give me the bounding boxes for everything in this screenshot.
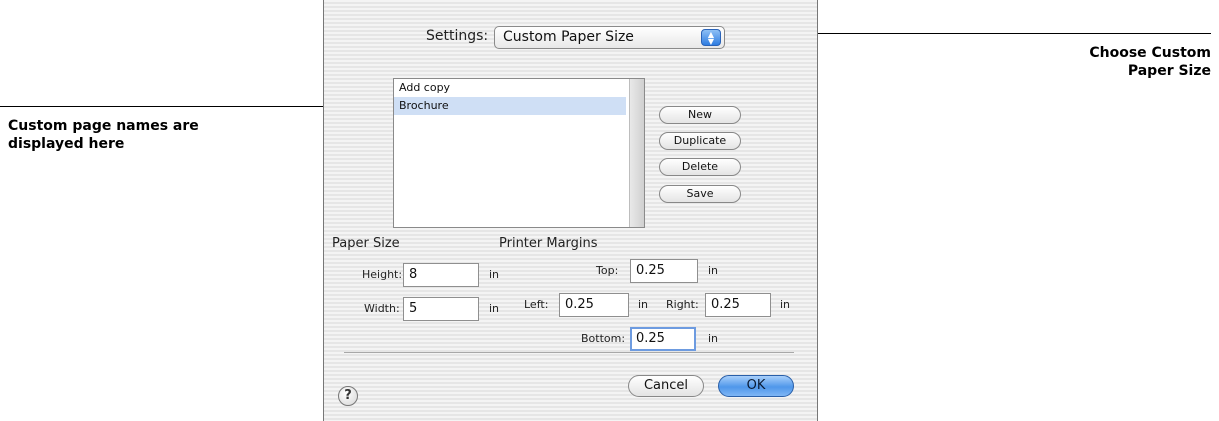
dialog-separator xyxy=(344,352,794,353)
help-icon[interactable]: ? xyxy=(338,386,358,406)
height-unit: in xyxy=(489,268,500,281)
bottom-margin-field[interactable]: 0.25 xyxy=(630,327,696,351)
top-margin-field[interactable]: 0.25 xyxy=(630,259,698,283)
height-label: Height: xyxy=(362,268,403,281)
bottom-margin-unit: in xyxy=(708,332,719,345)
popup-arrows-icon: ▲ ▼ xyxy=(701,29,721,46)
left-label: Left: xyxy=(524,298,549,311)
callout-left-line1: Custom page names are xyxy=(8,118,199,134)
callout-right: Choose Custom Paper Size xyxy=(1089,44,1211,80)
duplicate-button[interactable]: Duplicate xyxy=(659,132,741,150)
width-label: Width: xyxy=(364,302,400,315)
callout-right-line1: Choose Custom xyxy=(1089,45,1211,61)
right-label: Right: xyxy=(666,298,699,311)
width-field[interactable]: 5 xyxy=(403,297,479,321)
cancel-button[interactable]: Cancel xyxy=(628,375,704,397)
right-margin-unit: in xyxy=(780,298,791,311)
settings-popup-value: Custom Paper Size xyxy=(503,29,634,45)
right-margin-field[interactable]: 0.25 xyxy=(705,293,771,317)
list-item-add-copy[interactable]: Add copy xyxy=(394,79,626,97)
callout-left-line2: displayed here xyxy=(8,136,125,152)
list-scrollbar[interactable] xyxy=(629,79,644,227)
top-label: Top: xyxy=(596,264,619,277)
left-margin-unit: in xyxy=(638,298,649,311)
settings-label: Settings: xyxy=(426,28,489,44)
height-field[interactable]: 8 xyxy=(403,263,479,287)
custom-page-list[interactable]: Add copy Brochure xyxy=(393,78,645,228)
page-setup-dialog: Settings: Custom Paper Size ▲ ▼ Add copy … xyxy=(323,0,818,421)
callout-left: Custom page names are displayed here xyxy=(8,117,199,153)
ok-button[interactable]: OK xyxy=(718,375,794,397)
paper-size-heading: Paper Size xyxy=(332,236,400,251)
bottom-label: Bottom: xyxy=(581,332,626,345)
left-margin-field[interactable]: 0.25 xyxy=(559,293,629,317)
top-margin-unit: in xyxy=(708,264,719,277)
delete-button[interactable]: Delete xyxy=(659,158,741,176)
callout-right-line2: Paper Size xyxy=(1127,63,1211,79)
printer-margins-heading: Printer Margins xyxy=(499,236,598,251)
list-item-brochure[interactable]: Brochure xyxy=(394,97,626,115)
settings-popup[interactable]: Custom Paper Size ▲ ▼ xyxy=(494,26,725,49)
width-unit: in xyxy=(489,302,500,315)
new-button[interactable]: New xyxy=(659,106,741,124)
save-button[interactable]: Save xyxy=(659,185,741,203)
